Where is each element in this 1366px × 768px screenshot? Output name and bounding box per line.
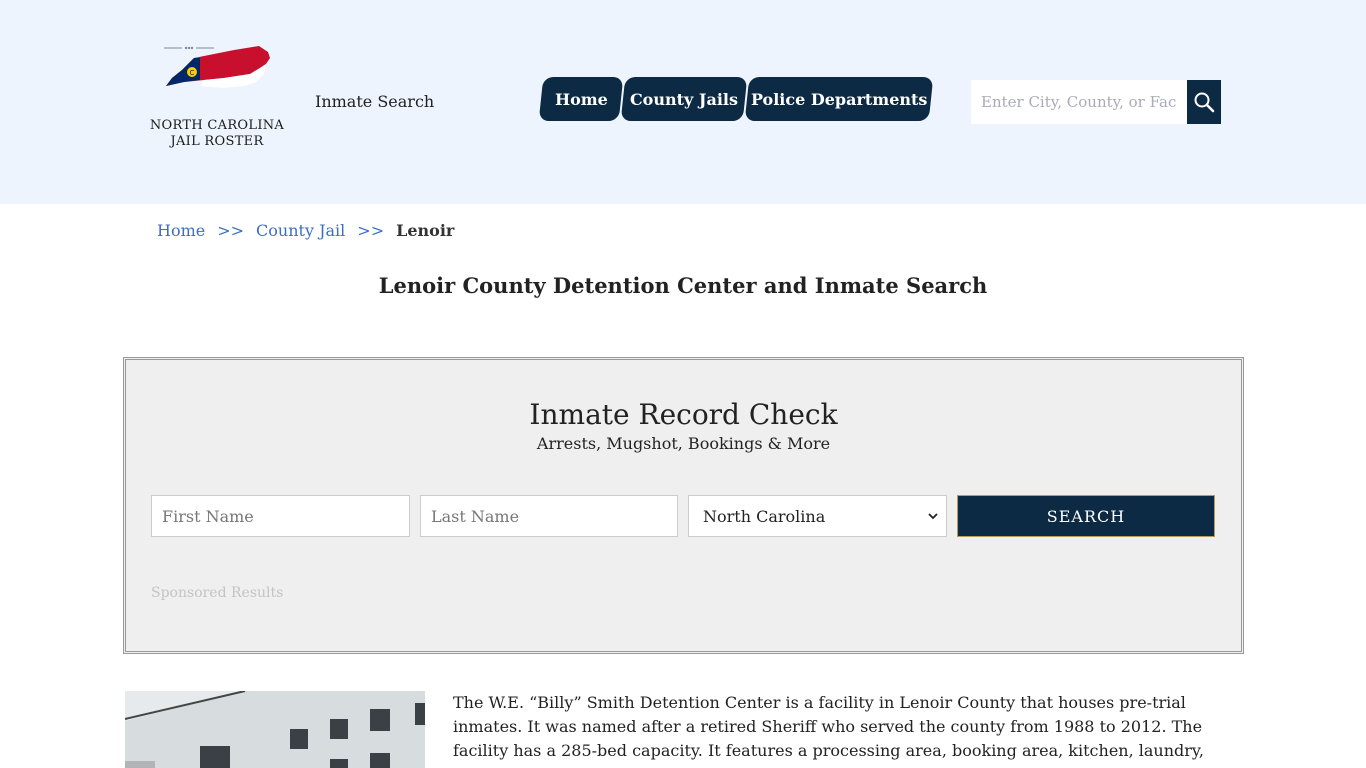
site-search-button[interactable] [1187, 80, 1221, 124]
record-check-subtitle: Arrests, Mugshot, Bookings & More [536, 434, 831, 453]
state-selected-value: North Carolina [703, 506, 826, 526]
facility-photo [125, 691, 425, 768]
site-search-input[interactable] [971, 80, 1187, 124]
search-icon [1194, 92, 1215, 113]
building-image [125, 691, 425, 768]
breadcrumb-current: Lenoir [396, 221, 455, 240]
breadcrumb-county-jail[interactable]: County Jail [256, 221, 345, 240]
chevron-down-icon [928, 513, 938, 520]
page-title: Lenoir County Detention Center and Inmat… [378, 273, 988, 298]
search-button[interactable]: SEARCH [957, 495, 1215, 537]
site-header: C NORTH CAROLINA JAIL ROSTER Inmate Sear… [0, 0, 1366, 204]
inmate-search-link[interactable]: Inmate Search [315, 92, 434, 111]
breadcrumb: Home >> County Jail >> Lenoir [157, 221, 454, 240]
nav-police-label: Police Departments [750, 89, 928, 109]
site-logo[interactable]: C NORTH CAROLINA JAIL ROSTER [146, 44, 288, 156]
breadcrumb-separator: >> [217, 221, 245, 240]
state-select[interactable]: North Carolina [688, 495, 947, 537]
sponsored-results-label: Sponsored Results [151, 585, 284, 601]
logo-text: NORTH CAROLINA JAIL ROSTER [146, 118, 288, 150]
breadcrumb-home[interactable]: Home [157, 221, 205, 240]
facility-description: The W.E. “Billy” Smith Detention Center … [453, 693, 1204, 768]
site-search [971, 80, 1221, 124]
logo-divider [164, 46, 214, 50]
nav-county-jails[interactable]: County Jails [620, 77, 748, 121]
nav-home[interactable]: Home [538, 77, 624, 121]
logo-line1: NORTH CAROLINA [149, 118, 285, 133]
first-name-input[interactable] [151, 495, 410, 537]
inmate-record-check-panel: Inmate Record Check Arrests, Mugshot, Bo… [123, 357, 1244, 654]
nav-home-label: Home [554, 89, 608, 109]
svg-text:C: C [190, 69, 195, 77]
breadcrumb-separator: >> [357, 221, 385, 240]
logo-line2: JAIL ROSTER [170, 134, 264, 149]
nav-county-jails-label: County Jails [629, 89, 739, 109]
nav-police-departments[interactable]: Police Departments [744, 77, 934, 121]
last-name-input[interactable] [420, 495, 678, 537]
main-nav: Home County Jails Police Departments [538, 77, 934, 121]
record-check-title: Inmate Record Check [529, 398, 838, 431]
